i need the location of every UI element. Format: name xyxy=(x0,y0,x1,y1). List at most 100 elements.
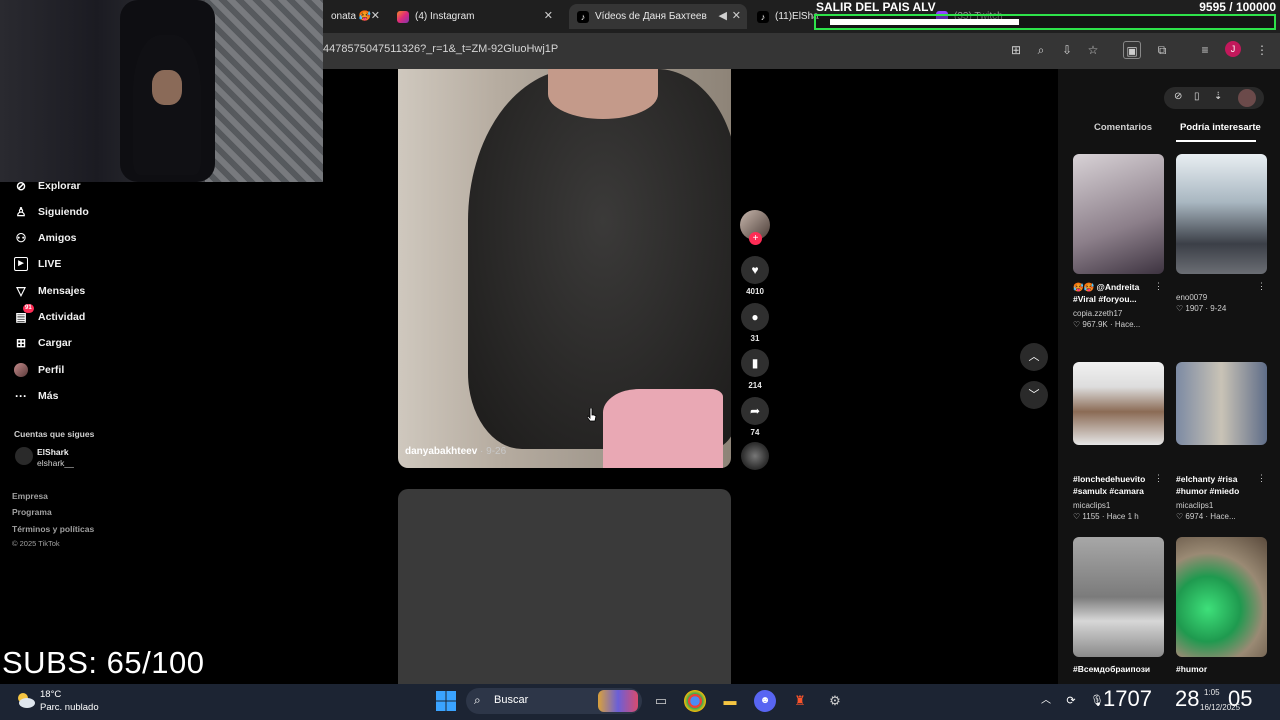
comment-count: 31 xyxy=(750,334,760,343)
sidebar-item-cargar[interactable]: ⊞ Cargar xyxy=(14,333,72,353)
sidebar-item-perfil[interactable]: Perfil xyxy=(14,360,64,380)
save-count: 214 xyxy=(748,381,762,390)
previous-video-button[interactable]: ︿ xyxy=(1020,343,1048,371)
taskbar-search[interactable]: ⌕ Buscar xyxy=(466,688,642,714)
system-date[interactable]: 16/12/2025 xyxy=(1200,703,1240,712)
sidebar-item-amigos[interactable]: ⚇ Amigos xyxy=(14,228,77,248)
tab-elshark[interactable]: ♪ (11)ElSha xyxy=(749,4,819,29)
thumb-meta: ♡ 6974 · Hace... xyxy=(1176,512,1236,521)
windows-start-icon[interactable] xyxy=(436,691,456,711)
tab-tiktok-active[interactable]: ♪ Vídeos de Даня Бахтеев ◀ ✕ xyxy=(569,4,747,29)
stream-clock-minutes: 28 xyxy=(1175,686,1200,711)
share-button[interactable]: ➦ xyxy=(741,397,769,425)
sidebar-item-actividad[interactable]: ▤ 91 Actividad xyxy=(14,304,85,327)
friends-icon: ⚇ xyxy=(15,231,27,245)
sync-icon[interactable]: ⟳ xyxy=(1060,690,1082,712)
thumb-caption: 🥵🥵 @Andreita #Viral #foryou... xyxy=(1073,282,1140,304)
sidebar-item-label: Cargar xyxy=(38,337,72,349)
next-video-button[interactable]: ﹀ xyxy=(1020,381,1048,409)
sidebar-item-mensajes[interactable]: ▽ Mensajes xyxy=(14,281,85,301)
more-options-icon[interactable]: ⋮ xyxy=(1257,281,1266,292)
more-icon: ··· xyxy=(15,389,27,403)
tab-onata[interactable]: onata 🥵 ✕ xyxy=(323,4,386,29)
kebab-menu-icon[interactable]: ⋮ xyxy=(1253,41,1271,59)
thumb-user[interactable]: micaclips1 xyxy=(1176,501,1213,510)
weather-cloud-sun-icon[interactable] xyxy=(14,690,36,710)
video-player[interactable] xyxy=(398,69,731,468)
notification-badge: 91 xyxy=(23,304,34,313)
more-options-icon[interactable]: ⋮ xyxy=(1154,281,1163,292)
discord-icon[interactable]: ☻ xyxy=(754,690,776,712)
profile-avatar-icon[interactable]: J xyxy=(1225,41,1241,57)
sidebar-item-label: LIVE xyxy=(38,258,62,270)
media-control-icon[interactable]: ≡ xyxy=(1196,41,1214,59)
url-field[interactable]: 4478575047511326?_r=1&_t=ZM-92GluoHwj1P xyxy=(323,43,558,55)
recommended-video-thumb[interactable] xyxy=(1176,362,1267,445)
thumb-meta: ♡ 967.9K · Hace... xyxy=(1073,320,1141,329)
copyright: © 2025 TikTok xyxy=(12,539,60,548)
sidebar-item-mas[interactable]: ··· Más xyxy=(14,386,58,406)
weather-temperature: 18°C xyxy=(40,689,62,700)
chevron-up-icon: ︿ xyxy=(1028,351,1040,363)
chrome-icon[interactable] xyxy=(684,690,706,712)
person-face xyxy=(152,70,182,105)
sidebar-item-label: Siguiendo xyxy=(38,206,89,218)
thumb-user[interactable]: copia.zzeth17 xyxy=(1073,309,1122,318)
close-icon[interactable]: ✕ xyxy=(732,9,741,22)
install-icon[interactable]: ⇩ xyxy=(1058,41,1076,59)
like-button[interactable]: ♥ xyxy=(741,256,769,284)
footer-link-terminos[interactable]: Términos y políticas xyxy=(12,524,94,534)
translate-icon[interactable]: ⊞ xyxy=(1007,41,1025,59)
autoscroll-icon[interactable]: ⊘ xyxy=(1174,91,1182,102)
download-icon[interactable]: ⇣ xyxy=(1214,91,1222,102)
picture-in-picture-icon[interactable]: ▣ xyxy=(1123,41,1141,59)
save-button[interactable]: ▮ xyxy=(741,349,769,377)
recommended-video-thumb[interactable] xyxy=(1073,154,1164,274)
close-icon[interactable]: ✕ xyxy=(371,9,380,22)
share-icon: ➦ xyxy=(749,404,761,418)
recommended-video-thumb[interactable] xyxy=(1073,537,1164,657)
recommended-video-thumb[interactable] xyxy=(1176,537,1267,657)
recommended-video-thumb[interactable] xyxy=(1176,154,1267,274)
brave-icon[interactable]: ♜ xyxy=(789,690,811,712)
close-icon[interactable]: ✕ xyxy=(544,9,553,22)
footer-link-empresa[interactable]: Empresa xyxy=(12,491,48,501)
following-account-name[interactable]: ElShark xyxy=(37,447,69,457)
sidebar-item-siguiendo[interactable]: ♙ Siguiendo xyxy=(14,202,89,222)
video-author-name[interactable]: danyabakhteev xyxy=(405,446,477,457)
tab-podria-interesarte[interactable]: Podría interesarte xyxy=(1180,122,1261,133)
thumb-caption: #lonchedehuevito #samulx #camara xyxy=(1073,474,1146,496)
task-view-icon[interactable]: ▭ xyxy=(650,690,672,712)
file-explorer-icon[interactable]: ▬ xyxy=(719,690,741,712)
following-account-handle: elshark__ xyxy=(37,458,74,468)
phone-icon[interactable]: ▯ xyxy=(1194,91,1200,102)
profile-avatar-icon[interactable] xyxy=(1238,89,1256,107)
app-icon[interactable]: ⚙ xyxy=(824,690,846,712)
sidebar-item-live[interactable]: ▶ LIVE xyxy=(14,254,61,274)
bookmark-star-icon[interactable]: ☆ xyxy=(1084,41,1102,59)
follow-plus-icon[interactable]: + xyxy=(749,232,762,245)
tiktok-icon: ♪ xyxy=(577,10,589,23)
sidebar-item-explorar[interactable]: ⊘ Explorar xyxy=(14,176,81,196)
subs-counter-overlay: SUBS: 65/100 xyxy=(2,645,205,680)
footer-link-programa[interactable]: Programa xyxy=(12,507,52,517)
thumb-caption: #Всемдобраипози xyxy=(1073,664,1151,674)
extensions-icon[interactable]: ⧉ xyxy=(1153,41,1171,59)
speaker-icon[interactable]: ◀ xyxy=(719,9,727,22)
following-icon: ♙ xyxy=(15,205,27,219)
tab-label: (11)ElSha xyxy=(775,11,819,22)
next-video-placeholder[interactable] xyxy=(398,489,731,684)
more-options-icon[interactable]: ⋮ xyxy=(1257,473,1266,484)
tab-instagram[interactable]: (4) Instagram ✕ xyxy=(389,4,559,29)
zoom-icon[interactable]: ⌕ xyxy=(1032,41,1050,59)
comment-button[interactable]: ● xyxy=(741,303,769,331)
system-tray-chevron-icon[interactable]: ︿ xyxy=(1035,690,1057,712)
system-time[interactable]: 1:05 xyxy=(1204,688,1220,697)
recommended-video-thumb[interactable] xyxy=(1073,362,1164,445)
music-disc-icon[interactable] xyxy=(741,442,769,470)
thumb-user[interactable]: micaclips1 xyxy=(1073,501,1110,510)
compass-icon: ⊘ xyxy=(15,179,27,193)
more-options-icon[interactable]: ⋮ xyxy=(1154,473,1163,484)
thumb-user[interactable]: eno0079 xyxy=(1176,293,1207,302)
tab-comentarios[interactable]: Comentarios xyxy=(1094,122,1152,133)
